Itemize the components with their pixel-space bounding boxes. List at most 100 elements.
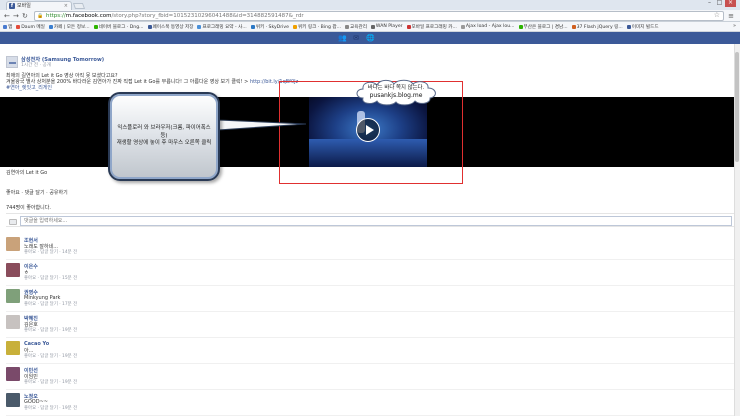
address-bar[interactable]: 🔒 https://m.facebook.com/story.php?story… [34,11,724,21]
bookmark-item[interactable]: 37 Flash jQuery 링... [571,24,623,30]
bookmark-label: 모바일 프로그래밍 카... [411,24,457,30]
comment-meta[interactable]: 좋아요 · 답글 달기 · 14분 전 [24,249,77,255]
back-icon[interactable]: ← [4,12,10,20]
bookmark-favicon-icon [518,24,523,29]
bookmark-item[interactable]: 교육관리 [345,24,367,30]
comment-meta[interactable]: 좋아요 · 답글 달기 · 19분 전 [24,405,77,411]
bookmark-favicon-icon [406,24,411,29]
cloud-line-2: pusankjs.blog.me [369,92,423,99]
comment-composer [6,213,734,227]
bookmark-item[interactable]: Ajax load - Ajax lou... [460,24,515,29]
comment-item: Cacao Yo 아... 좋아요 · 답글 달기 · 19분 전 [6,338,734,364]
minimize-icon[interactable]: – [705,0,714,7]
comment-avatar[interactable] [6,367,20,381]
bookmark-label: 네이버 블로그 · Dng... [98,24,144,30]
comment-item: 조현서 노래도 잘하네... 좋아요 · 답글 달기 · 14분 전 [6,234,734,260]
comment-meta[interactable]: 좋아요 · 답글 달기 · 19분 전 [24,353,77,359]
comment-meta[interactable]: 좋아요 · 답글 달기 · 19분 전 [24,327,77,333]
callout-text: 익스플로러 와 브라우저(크롬, 파이어폭스등) 재생할 영상에 놓이 후 마우스… [116,125,212,147]
maximize-icon[interactable]: □ [715,0,724,7]
bookmark-item[interactable]: 부산은 블로그 | 경남... [518,24,568,30]
comment-avatar[interactable] [6,237,20,251]
bookmark-favicon-icon [370,24,375,29]
comment-avatar[interactable] [6,393,20,407]
comment-item: 권영수 Minkyung Park 좋아요 · 답글 달기 · 17분 전 [6,286,734,312]
url-path: /story.php?story_fbid=10152310296041488&… [111,13,304,19]
notifications-icon[interactable]: 🌐 [366,34,375,42]
bookmark-item[interactable]: 앱 [3,24,12,30]
bookmark-item[interactable]: 프로그래밍 요약 - 사... [197,24,247,30]
bookmark-label: 위키 링크 · Bing 팝... [297,24,342,30]
bookmark-label: 페이스북 동영상 저장 [152,24,194,30]
reload-icon[interactable]: ↻ [22,12,28,20]
comment-avatar[interactable] [6,289,20,303]
camera-icon[interactable] [9,219,17,225]
bookmark-favicon-icon [48,24,53,29]
bookmark-favicon-icon [626,24,631,29]
instruction-callout: 익스플로러 와 브라우저(크롬, 파이어폭스등) 재생할 영상에 놓이 후 마우스… [108,92,220,181]
address-toolbar: ← → ↻ 🔒 https://m.facebook.com/story.php… [0,10,740,22]
friend-requests-icon[interactable]: 👥 [338,34,347,42]
comment-item: 이민선 이임민 좋아요 · 답글 달기 · 19분 전 [6,364,734,390]
window-controls: – □ × [705,0,736,7]
bookmark-label: 37 Flash jQuery 링... [576,24,623,30]
bookmark-favicon-icon [197,24,202,29]
bookmark-star-icon[interactable]: ☆ [714,11,720,20]
bookmark-label: 이미지 빌드드 [631,24,659,30]
lock-icon: 🔒 [37,13,44,19]
comment-item: 노정오 GOOD~~ 좋아요 · 답글 달기 · 19분 전 [6,390,734,416]
more-bookmarks-icon[interactable]: » [733,23,736,29]
comment-meta[interactable]: 좋아요 · 답글 달기 · 19분 전 [24,379,77,385]
bookmarks-bar: 앱 Daum 메일 카페 | 모든 정보... 네이버 블로그 · Dng... 페이스… [0,22,740,32]
post-actions[interactable]: 좋아요 · 댓글 달기 · 공유하기 [6,189,68,196]
likes-count[interactable]: 744명이 좋아합니다. [6,204,51,211]
comment-avatar[interactable] [6,341,20,355]
browser-tab[interactable]: f 모바일 × [6,1,72,10]
bookmark-favicon-icon [147,24,152,29]
forward-icon[interactable]: → [13,12,19,20]
comment-input[interactable] [20,216,732,226]
comment-meta[interactable]: 좋아요 · 답글 달기 · 17분 전 [24,301,77,307]
bookmark-label: 위키 · SkyDrive [255,24,289,30]
bookmark-item[interactable]: WAN Player [370,24,403,29]
bookmark-favicon-icon [250,24,255,29]
comment-meta[interactable]: 좋아요 · 답글 달기 · 15분 전 [24,275,77,281]
bookmark-label: 카페 | 모든 정보... [53,24,90,30]
comment-list: 조현서 노래도 잘하네... 좋아요 · 답글 달기 · 14분 전 이은수 ㅎ 좋아요 … [6,234,734,416]
bookmark-favicon-icon [345,24,350,29]
menu-icon[interactable]: ≡ [728,12,734,20]
bookmark-item[interactable]: 모바일 프로그래밍 카... [406,24,457,30]
bookmark-item[interactable]: 네이버 블로그 · Dng... [93,24,144,30]
close-window-icon[interactable]: × [725,0,736,7]
cloud-text: 바다는 바다 쪽지 않는다. pusankjs.blog.me [353,85,439,99]
bookmark-item[interactable]: 카페 | 모든 정보... [48,24,90,30]
new-tab-button[interactable] [72,3,86,9]
facebook-favicon-icon: f [9,3,15,9]
page-avatar[interactable] [6,56,18,68]
close-tab-icon[interactable]: × [64,2,68,10]
comment-item: 이은수 ㅎ 좋아요 · 답글 달기 · 15분 전 [6,260,734,286]
bookmark-item[interactable]: Daum 메일 [16,24,45,30]
callout-pointer [218,119,306,131]
url-scheme: https:// [46,13,66,19]
comment-avatar[interactable] [6,263,20,277]
bookmark-label: Ajax load - Ajax lou... [465,24,515,29]
comment-avatar[interactable] [6,315,20,329]
browser-tab-strip: f 모바일 × – □ × [0,0,740,10]
bookmark-label: 앱 [8,24,13,30]
bookmark-label: Daum 메일 [21,24,45,30]
messages-icon[interactable]: ✉ [352,34,360,42]
bookmark-favicon-icon [93,24,98,29]
bookmark-label: 부산은 블로그 | 경남... [523,24,568,30]
bookmark-item[interactable]: 위키 · SkyDrive [250,24,289,30]
comment-item: 박혜진 김은호 좋아요 · 답글 달기 · 19분 전 [6,312,734,338]
facebook-top-bar: 👥 ✉ 🌐 [0,32,740,44]
video-caption: 김연아의 Let it Go [6,170,48,176]
scrollbar-thumb[interactable] [735,52,739,162]
bookmark-item[interactable]: 이미지 빌드드 [626,24,659,30]
bookmark-favicon-icon [16,24,21,29]
bookmark-label: 교육관리 [350,24,367,30]
bookmark-item[interactable]: 페이스북 동영상 저장 [147,24,194,30]
bookmark-item[interactable]: 위키 링크 · Bing 팝... [292,24,342,30]
cloud-line-1: 바다는 바다 쪽지 않는다. [367,85,425,91]
